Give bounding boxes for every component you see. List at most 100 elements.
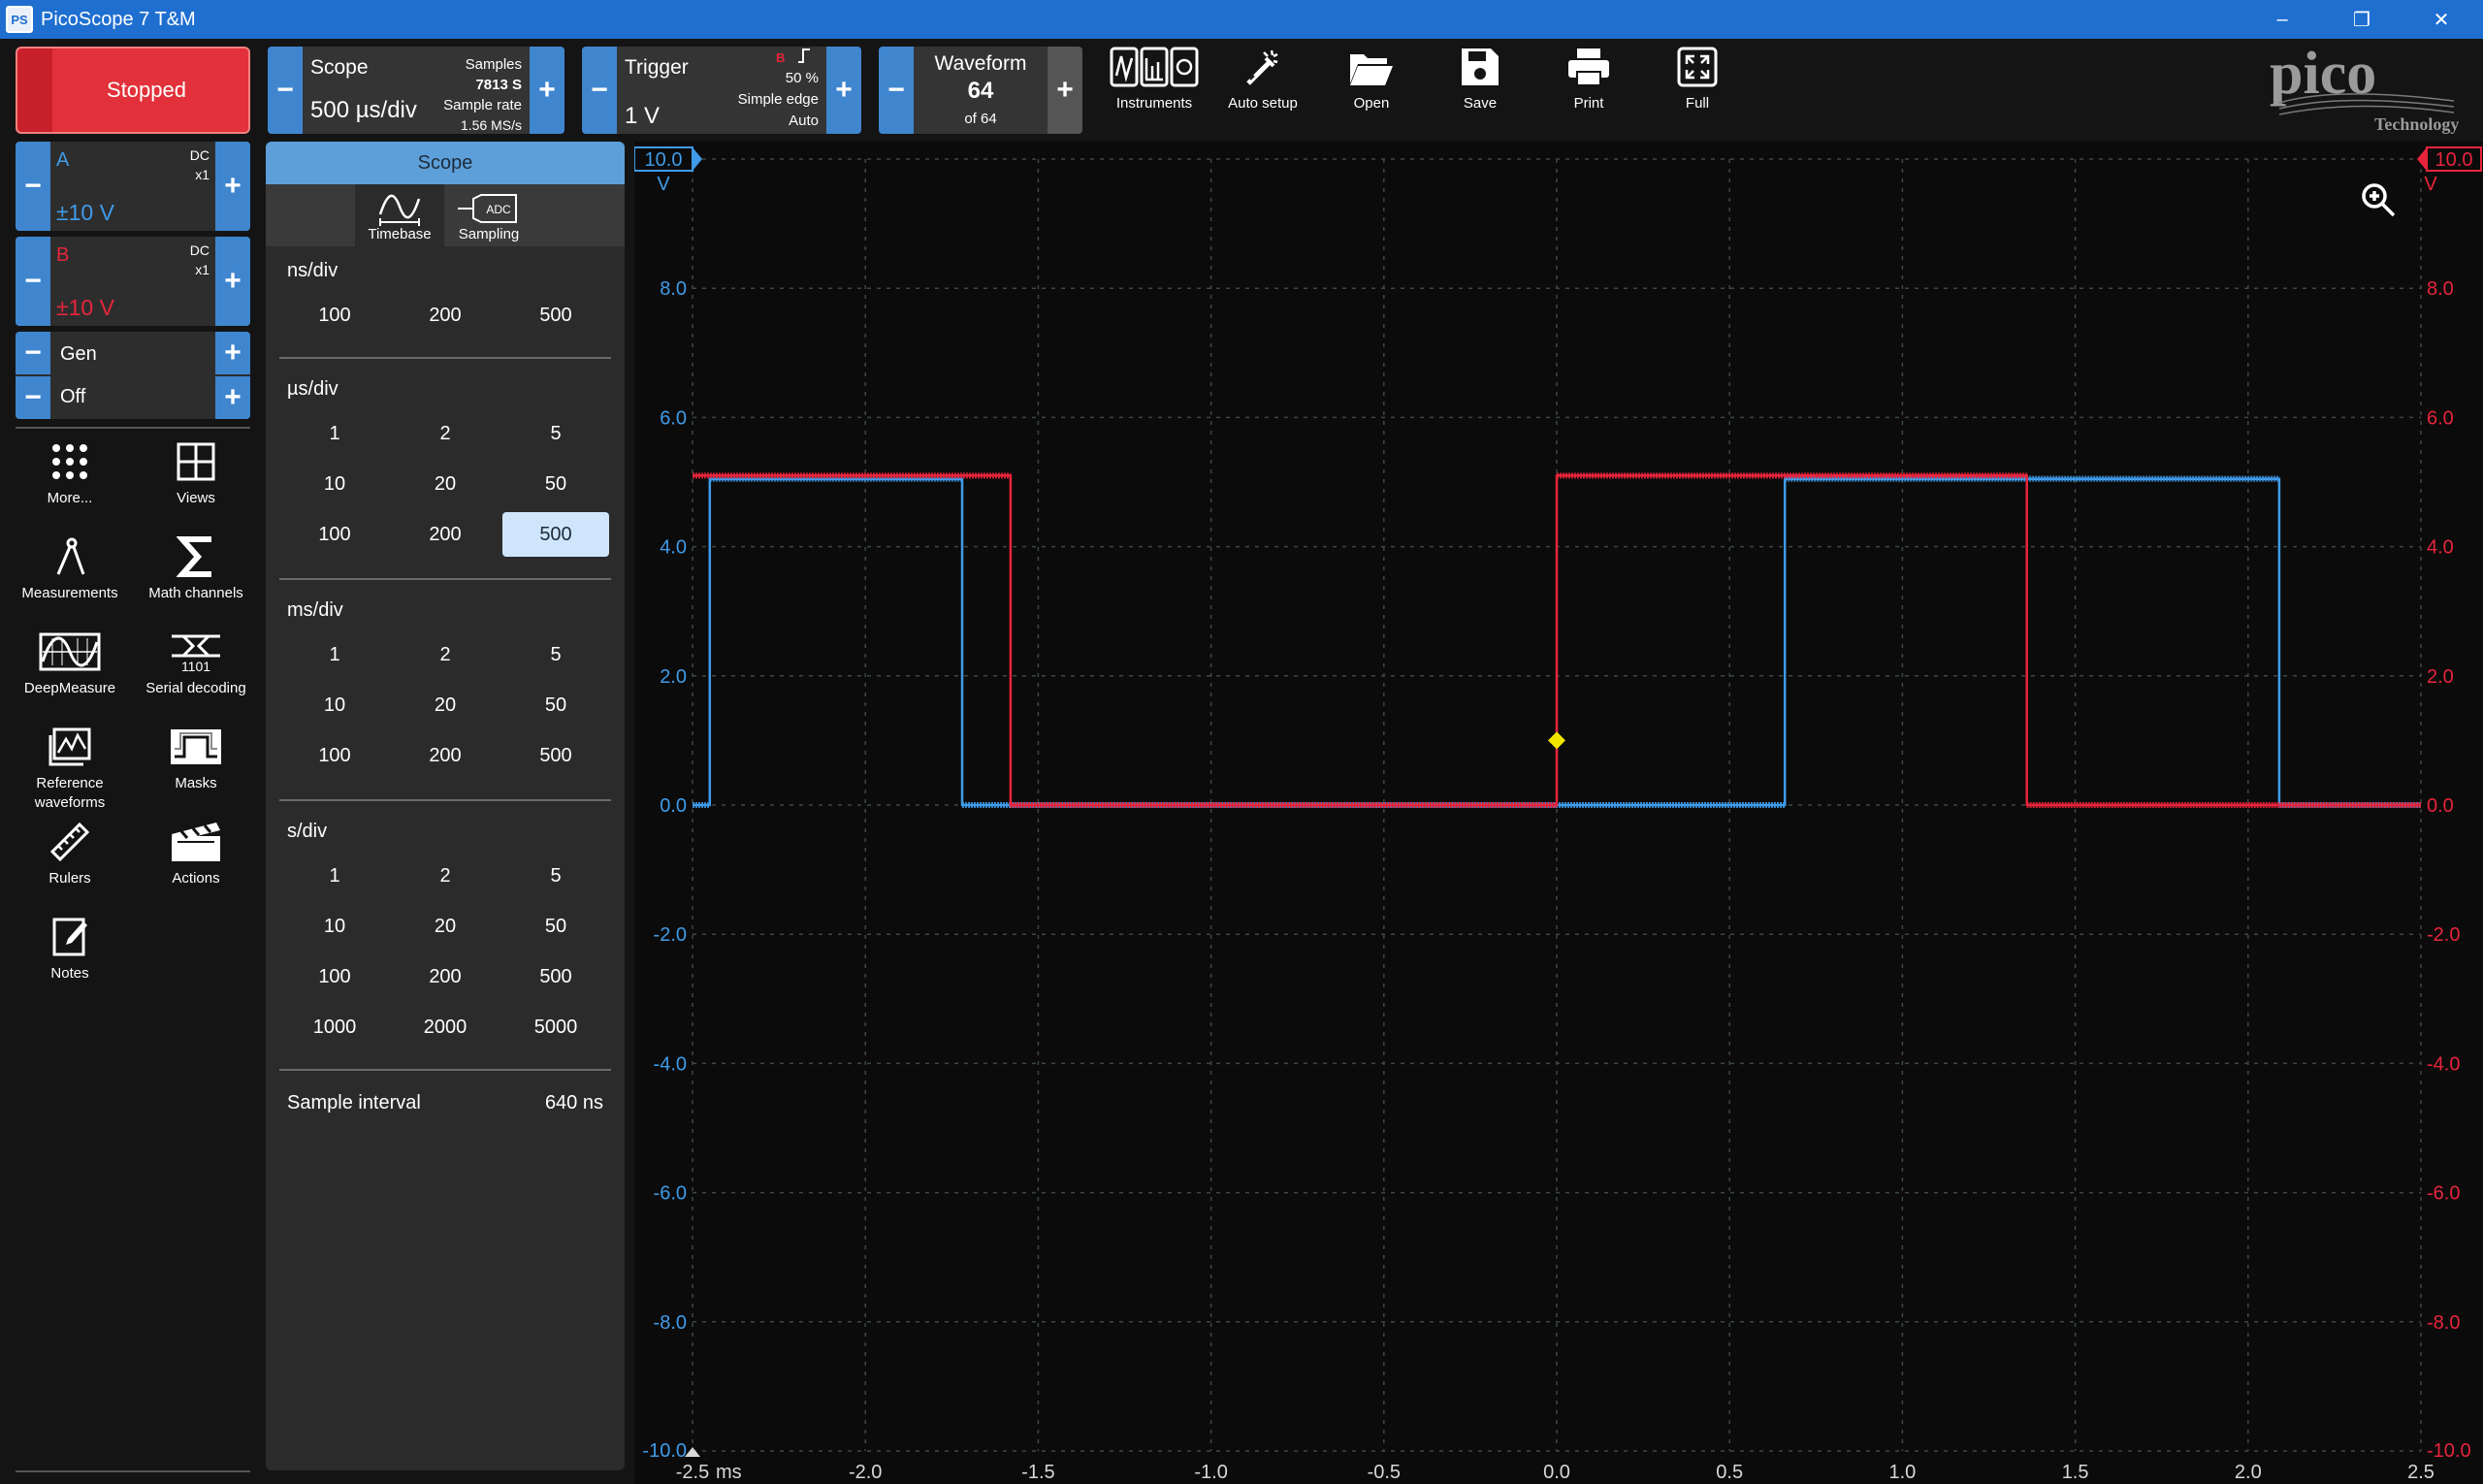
actions-button[interactable]: Actions bbox=[138, 815, 254, 888]
channel-b-decrease-button[interactable]: − bbox=[16, 237, 50, 326]
timebase-option[interactable]: 100 bbox=[281, 733, 388, 778]
timebase-option[interactable]: 1 bbox=[281, 854, 388, 898]
timebase-option[interactable]: 20 bbox=[392, 462, 499, 506]
channel-b-range[interactable]: ±10 V bbox=[56, 295, 114, 321]
trigger-label: Trigger bbox=[625, 56, 689, 79]
trigger-marker[interactable] bbox=[1548, 731, 1565, 750]
channel-a-increase-button[interactable]: + bbox=[215, 142, 250, 231]
instruments-button[interactable]: Instruments bbox=[1102, 47, 1207, 134]
waveform-next-button[interactable]: + bbox=[1048, 47, 1082, 134]
deepmeasure-button[interactable]: DeepMeasure bbox=[12, 625, 128, 698]
auto-setup-button[interactable]: Auto setup bbox=[1210, 47, 1315, 134]
timebase-option[interactable]: 5 bbox=[502, 632, 609, 677]
notes-button[interactable]: Notes bbox=[12, 910, 128, 984]
timebase-option[interactable]: 200 bbox=[392, 512, 499, 557]
timebase-option[interactable]: 200 bbox=[392, 954, 499, 999]
waveform-previous-button[interactable]: − bbox=[879, 47, 914, 134]
reference-waveforms-button[interactable]: Reference waveforms bbox=[12, 720, 128, 813]
section-divider bbox=[279, 578, 611, 580]
masks-button[interactable]: Masks bbox=[138, 720, 254, 793]
trigger-mode: Auto bbox=[789, 113, 819, 129]
timebase-value[interactable]: 500 µs/div bbox=[310, 97, 417, 124]
run-stop-button[interactable]: Stopped bbox=[16, 47, 250, 134]
minimize-button[interactable]: – bbox=[2242, 0, 2322, 39]
gen-increase-button[interactable]: + bbox=[215, 332, 250, 374]
timebase-option[interactable]: 10 bbox=[281, 683, 388, 727]
channel-b-increase-button[interactable]: + bbox=[215, 237, 250, 326]
timebase-option[interactable]: 20 bbox=[392, 683, 499, 727]
channel-b-coupling: DC bbox=[189, 242, 210, 258]
full-screen-button[interactable]: Full bbox=[1645, 47, 1750, 134]
timebase-option[interactable]: 2000 bbox=[392, 1005, 499, 1049]
sample-rate-label: Sample rate bbox=[443, 97, 522, 113]
notes-label: Notes bbox=[50, 965, 89, 982]
timebase-option[interactable]: 1000 bbox=[281, 1005, 388, 1049]
timebase-option[interactable]: 200 bbox=[392, 293, 499, 338]
timebase-decrease-button[interactable]: − bbox=[268, 47, 303, 134]
views-button[interactable]: Views bbox=[138, 435, 254, 508]
tab-sampling[interactable]: ADC Sampling bbox=[444, 184, 533, 246]
timebase-option[interactable]: 200 bbox=[392, 733, 499, 778]
app-icon: PS bbox=[6, 6, 33, 33]
save-label: Save bbox=[1463, 95, 1498, 112]
timebase-option[interactable]: 100 bbox=[281, 293, 388, 338]
timebase-option[interactable]: 5 bbox=[502, 854, 609, 898]
trigger-group: − Trigger 1 V B 50 % Simple edge Auto + bbox=[582, 47, 861, 134]
actions-label: Actions bbox=[172, 870, 220, 887]
timebase-option[interactable]: 500 bbox=[502, 733, 609, 778]
waveform-group: − Waveform 64 of 64 + bbox=[879, 47, 1082, 134]
timebase-option[interactable]: 100 bbox=[281, 512, 388, 557]
scope-plot[interactable]: 8.0 6.0 4.0 2.0 0.0 -2.0 -4.0 -6.0 -8.0 8.0 6.0 4.0… bbox=[634, 142, 2483, 1484]
trigger-level[interactable]: 1 V bbox=[625, 103, 660, 130]
y-tick-label-b: -10.0 bbox=[2427, 1440, 2471, 1462]
adc-text: ADC bbox=[486, 203, 511, 216]
timebase-option[interactable]: 1 bbox=[281, 632, 388, 677]
gen-state-increase-button[interactable]: + bbox=[215, 376, 250, 419]
measurements-button[interactable]: Measurements bbox=[12, 530, 128, 603]
timebase-option[interactable]: 50 bbox=[502, 683, 609, 727]
timebase-option[interactable]: 2 bbox=[392, 854, 499, 898]
tab-timebase[interactable]: Timebase bbox=[355, 184, 444, 246]
section-divider bbox=[279, 357, 611, 359]
timebase-increase-button[interactable]: + bbox=[530, 47, 564, 134]
trigger-increase-button[interactable]: + bbox=[826, 47, 861, 134]
channel-a-decrease-button[interactable]: − bbox=[16, 142, 50, 231]
save-button[interactable]: Save bbox=[1428, 47, 1532, 134]
trigger-decrease-button[interactable]: − bbox=[582, 47, 617, 134]
timebase-option[interactable]: 5000 bbox=[502, 1005, 609, 1049]
timebase-option[interactable]: 10 bbox=[281, 462, 388, 506]
sample-rate-value: 1.56 MS/s bbox=[460, 117, 522, 133]
timebase-option[interactable]: 500 bbox=[502, 954, 609, 999]
close-button[interactable]: ✕ bbox=[2402, 0, 2481, 39]
print-button[interactable]: Print bbox=[1536, 47, 1641, 134]
timebase-option[interactable]: 50 bbox=[502, 462, 609, 506]
timebase-option[interactable]: 5 bbox=[502, 411, 609, 456]
clapper-icon bbox=[172, 823, 220, 861]
timebase-option[interactable]: 1 bbox=[281, 411, 388, 456]
timebase-option[interactable]: 2 bbox=[392, 632, 499, 677]
restore-button[interactable]: ❐ bbox=[2322, 0, 2402, 39]
more-button[interactable]: More... bbox=[12, 435, 128, 508]
channel-a-range[interactable]: ±10 V bbox=[56, 200, 114, 226]
timebase-option[interactable]: 10 bbox=[281, 904, 388, 949]
timebase-option[interactable]: 50 bbox=[502, 904, 609, 949]
math-channels-button[interactable]: Math channels bbox=[138, 530, 254, 603]
timebase-option[interactable]: 20 bbox=[392, 904, 499, 949]
instruments-icon bbox=[1110, 47, 1199, 87]
waveform-chart[interactable]: 8.0 6.0 4.0 2.0 0.0 -2.0 -4.0 -6.0 -8.0 8.0 6.0 4.0… bbox=[634, 142, 2483, 1484]
open-button[interactable]: Open bbox=[1319, 47, 1424, 134]
rulers-button[interactable]: Rulers bbox=[12, 815, 128, 888]
gen-state-decrease-button[interactable]: − bbox=[16, 376, 50, 419]
waveform-current[interactable]: 64 bbox=[914, 78, 1048, 105]
timebase-option-selected[interactable]: 500 bbox=[502, 512, 609, 557]
gen-decrease-button[interactable]: − bbox=[16, 332, 50, 374]
timebase-option[interactable]: 500 bbox=[502, 293, 609, 338]
timebase-option[interactable]: 2 bbox=[392, 411, 499, 456]
timebase-option[interactable]: 100 bbox=[281, 954, 388, 999]
channel-a-control: − A DC x1 ±10 V + bbox=[16, 142, 250, 231]
serial-decoding-button[interactable]: 1101 Serial decoding bbox=[138, 625, 254, 698]
folder-open-icon bbox=[1350, 54, 1393, 85]
gen-state[interactable]: Off bbox=[60, 386, 85, 408]
time-origin-marker bbox=[685, 1447, 700, 1457]
zoom-icon[interactable] bbox=[2362, 183, 2396, 217]
